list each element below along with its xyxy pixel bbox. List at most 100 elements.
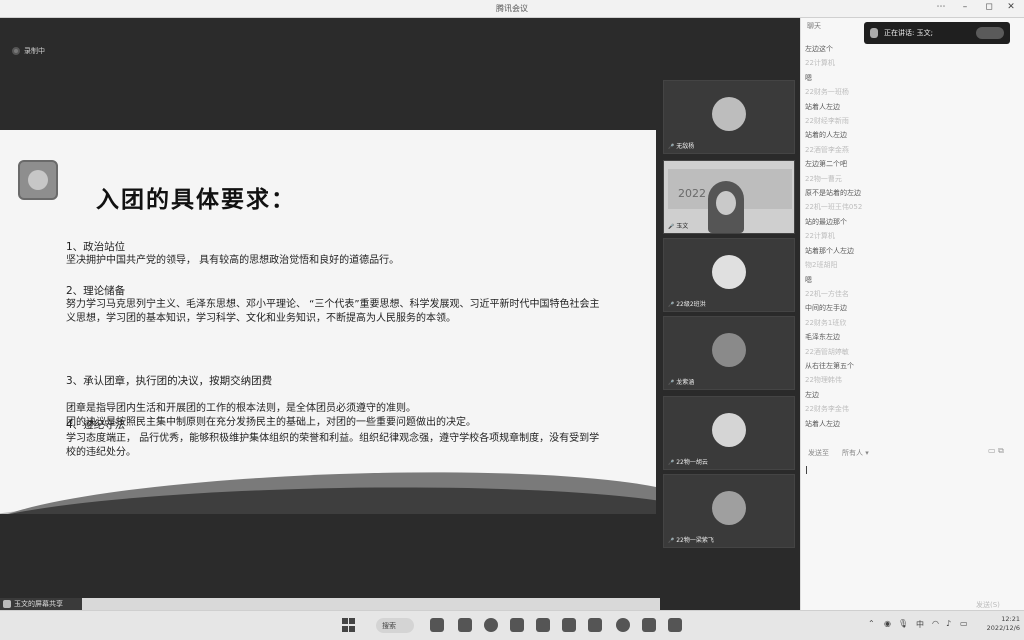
chat-message: 物2班胡阳 xyxy=(805,261,838,270)
clock-date: 2022/12/6 xyxy=(986,624,1020,632)
app-icon[interactable] xyxy=(510,618,524,632)
mic-icon xyxy=(3,600,11,608)
participant-strip: 无敌杨 2022 玉文 22级2班洪 龙紫涵 22物一胡云 22物一梁紫飞 xyxy=(660,18,800,610)
participant-tile[interactable]: 22级2班洪 xyxy=(663,238,795,312)
volume-icon[interactable]: ♪ xyxy=(946,619,951,628)
chat-tools-icon[interactable]: ▭ ⧉ xyxy=(988,446,1004,456)
chat-message: 中间的左手边 xyxy=(805,304,847,313)
speaking-label: 正在讲话: 玉文; xyxy=(884,29,933,37)
tray-app-icon[interactable]: ◉ xyxy=(884,619,891,628)
app-icon[interactable] xyxy=(668,618,682,632)
send-to-label: 发送至 xyxy=(808,449,829,457)
chat-message: 22物理韩伟 xyxy=(805,376,842,385)
chat-message: 22财务李金伟 xyxy=(805,405,849,414)
taskbar-search[interactable]: 搜索 xyxy=(376,618,414,633)
chat-message: 22酒管李金燕 xyxy=(805,145,849,154)
chat-message: 22机一班王伟052 xyxy=(805,203,863,212)
participant-tile[interactable]: 22物一梁紫飞 xyxy=(663,474,795,548)
participant-tile[interactable]: 22物一胡云 xyxy=(663,396,795,470)
participant-video xyxy=(708,181,744,233)
participant-tile[interactable]: 龙紫涵 xyxy=(663,316,795,390)
browser-icon[interactable] xyxy=(484,618,498,632)
clock[interactable]: 12:21 2022/12/6 xyxy=(986,615,1020,633)
chat-message: 22计算机 xyxy=(805,232,835,241)
section-body: 坚决拥护中国共产党的领导， 具有较高的思想政治觉悟和良好的道德品行。 xyxy=(66,255,400,266)
taskbar: 搜索 ⌃ ◉ 🎙 中 ◠ ♪ ▭ 12:21 2022/12/6 xyxy=(0,610,1024,640)
app-icon[interactable] xyxy=(562,618,576,632)
microphone-icon[interactable]: 🎙 xyxy=(898,619,908,628)
maximize-button[interactable]: ◻ xyxy=(978,2,1000,12)
participant-name: 22物一梁紫飞 xyxy=(668,535,714,544)
start-menu-icon[interactable] xyxy=(342,618,356,632)
chat-message: 22物一曹元 xyxy=(805,174,842,183)
tray-chevron-icon[interactable]: ⌃ xyxy=(868,619,875,628)
speaking-indicator: 正在讲话: 玉文; xyxy=(864,22,1010,44)
send-button[interactable]: 发送(S) xyxy=(976,600,1000,610)
record-icon xyxy=(12,47,20,55)
chat-message: 左边 xyxy=(805,390,819,399)
chat-message-list: 左边这个 22计算机嗯 22财务一班杨 站着人左边 22财经李新雨 站着的人左边 22酒管李… xyxy=(805,42,1005,431)
chat-message: 站着那个人左边 xyxy=(805,246,854,255)
poster-text: 2022 xyxy=(678,187,706,200)
section-title: 2、理论储备 xyxy=(66,285,126,297)
participant-name: 22级2班洪 xyxy=(668,299,705,308)
share-indicator-label: 玉文的屏幕共享 xyxy=(14,600,63,608)
minimize-button[interactable]: – xyxy=(954,2,976,12)
recording-label: 录制中 xyxy=(24,47,45,55)
chat-header: 聊天 xyxy=(807,22,821,30)
chat-message: 22财经李新雨 xyxy=(805,117,849,126)
chat-message: 站着人左边 xyxy=(805,419,840,428)
shared-screen-area: 录制中 入团的具体要求： 1、政治站位 坚决拥护中国共产党的领导， 具有较高的思… xyxy=(0,18,660,598)
close-button[interactable]: ✕ xyxy=(1000,2,1022,12)
chat-message: 左边这个 xyxy=(805,45,833,53)
more-button[interactable]: ⋯ xyxy=(930,2,952,12)
screen-share-indicator[interactable]: 玉文的屏幕共享 xyxy=(0,598,82,610)
text-caret xyxy=(806,466,807,474)
avatar xyxy=(712,333,746,367)
participant-name: 龙紫涵 xyxy=(668,377,694,386)
title-bar: 腾讯会议 ⋯ – ◻ ✕ xyxy=(0,0,1024,18)
slide-section: 1、政治站位 坚决拥护中国共产党的领导， 具有较高的思想政治觉悟和良好的道德品行… xyxy=(66,240,606,268)
slide-section: 4、遵纪守法 学习态度端正， 品行优秀，能够积极维护集体组织的荣誉和利益。组织纪… xyxy=(66,418,606,460)
app-icon[interactable] xyxy=(588,618,602,632)
league-emblem-icon xyxy=(18,160,58,200)
meeting-app-icon[interactable] xyxy=(642,618,656,632)
participant-tile[interactable]: 2022 玉文 xyxy=(663,160,795,234)
ime-indicator[interactable]: 中 xyxy=(916,619,924,630)
avatar xyxy=(712,491,746,525)
chat-message: 22计算机 xyxy=(805,59,835,68)
window-title: 腾讯会议 xyxy=(496,4,528,13)
send-to-select[interactable]: 所有人 ▾ xyxy=(842,448,869,458)
chat-message: 嗯 xyxy=(805,73,812,82)
section-body: 努力学习马克思列宁主义、毛泽东思想、邓小平理论、 “三个代表”重要思想、科学发展… xyxy=(66,299,600,324)
slide-section: 2、理论储备 努力学习马克思列宁主义、毛泽东思想、邓小平理论、 “三个代表”重要… xyxy=(66,284,606,326)
chat-message: 22财务1班欣 xyxy=(805,318,847,327)
battery-icon[interactable]: ▭ xyxy=(960,619,968,628)
avatar xyxy=(712,97,746,131)
chrome-icon[interactable] xyxy=(616,618,630,632)
chat-message: 22机一方佳名 xyxy=(805,289,849,298)
avatar xyxy=(712,255,746,289)
recording-indicator[interactable]: 录制中 xyxy=(12,44,45,58)
store-icon[interactable] xyxy=(536,618,550,632)
chat-message: 站着的人左边 xyxy=(805,131,847,140)
presentation-slide: 入团的具体要求： 1、政治站位 坚决拥护中国共产党的领导， 具有较高的思想政治觉… xyxy=(0,130,656,514)
chat-message: 站着人左边 xyxy=(805,102,840,111)
section-body: 学习态度端正， 品行优秀，能够积极维护集体组织的荣誉和利益。组织纪律观念强，遵守… xyxy=(66,433,600,458)
wifi-icon[interactable]: ◠ xyxy=(932,619,939,628)
participant-name: 玉文 xyxy=(668,221,688,230)
meeting-app-window: 腾讯会议 ⋯ – ◻ ✕ 录制中 入团的具体要求： 1、政治站位 坚决拥护中国共… xyxy=(0,0,1024,640)
file-explorer-icon[interactable] xyxy=(458,618,472,632)
mic-icon xyxy=(870,28,878,38)
chat-message: 站的最边那个 xyxy=(805,217,847,226)
chat-input[interactable] xyxy=(804,460,1014,580)
chat-message: 左边第二个吧 xyxy=(805,160,847,169)
avatar xyxy=(712,413,746,447)
chat-message: 毛泽东左边 xyxy=(805,333,840,342)
task-view-icon[interactable] xyxy=(430,618,444,632)
participant-tile[interactable]: 无敌杨 xyxy=(663,80,795,154)
clock-time: 12:21 xyxy=(1001,615,1020,623)
speaker-avatar xyxy=(976,27,1004,39)
chat-message: 22酒管胡婷敏 xyxy=(805,347,849,356)
participant-name: 22物一胡云 xyxy=(668,457,708,466)
